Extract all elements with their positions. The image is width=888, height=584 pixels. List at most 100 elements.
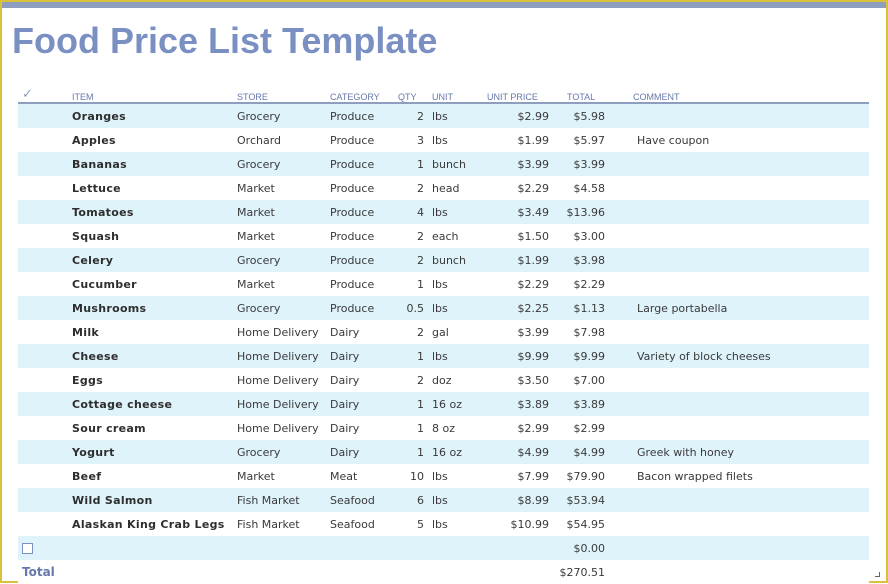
comment-cell[interactable] [629,103,869,128]
unit-price-cell[interactable]: $7.99 [483,464,553,488]
item-cell[interactable]: Cottage cheese [68,392,233,416]
total-cell[interactable]: $3.89 [553,392,629,416]
qty-cell[interactable]: 1 [394,440,428,464]
row-check-cell[interactable] [18,488,68,512]
unit-price-cell[interactable]: $10.99 [483,512,553,536]
table-row[interactable]: Bananas Grocery Produce 1 bunch $3.99 $3.99 [18,152,869,176]
row-check-cell[interactable] [18,440,68,464]
comment-cell[interactable] [629,224,869,248]
unit-price-cell[interactable]: $1.99 [483,128,553,152]
category-cell[interactable]: Produce [326,103,394,128]
comment-cell[interactable] [629,392,869,416]
store-cell[interactable]: Fish Market [233,488,326,512]
item-cell[interactable]: Sour cream [68,416,233,440]
unit-price-cell[interactable]: $3.89 [483,392,553,416]
unit-cell[interactable]: lbs [428,488,483,512]
qty-cell[interactable]: 4 [394,200,428,224]
comment-cell[interactable] [629,320,869,344]
category-cell[interactable]: Produce [326,272,394,296]
category-cell[interactable]: Dairy [326,440,394,464]
total-cell[interactable]: $3.98 [553,248,629,272]
store-cell[interactable]: Grocery [233,248,326,272]
row-check-cell[interactable] [18,536,68,560]
qty-cell[interactable]: 1 [394,416,428,440]
category-cell[interactable]: Dairy [326,320,394,344]
unit-cell[interactable]: head [428,176,483,200]
table-row[interactable]: Yogurt Grocery Dairy 1 16 oz $4.99 $4.99 Greek … [18,440,869,464]
item-cell[interactable]: Cheese [68,344,233,368]
comment-cell[interactable] [629,368,869,392]
comment-cell[interactable] [629,248,869,272]
store-cell[interactable]: Orchard [233,128,326,152]
item-cell[interactable]: Milk [68,320,233,344]
total-cell[interactable]: $5.97 [553,128,629,152]
unit-price-cell[interactable]: $2.25 [483,296,553,320]
item-column-header[interactable]: ITEM [68,84,233,104]
category-cell[interactable]: Produce [326,296,394,320]
store-cell[interactable]: Home Delivery [233,416,326,440]
row-check-cell[interactable] [18,200,68,224]
empty-cell[interactable] [428,536,483,560]
table-row[interactable]: Oranges Grocery Produce 2 lbs $2.99 $5.98 [18,103,869,128]
empty-cell[interactable] [233,536,326,560]
category-cell[interactable]: Produce [326,176,394,200]
store-column-header[interactable]: STORE [233,84,326,104]
comment-cell[interactable]: Large portabella [629,296,869,320]
unit-price-cell[interactable]: $8.99 [483,488,553,512]
unit-cell[interactable]: lbs [428,464,483,488]
item-cell[interactable]: Bananas [68,152,233,176]
item-cell[interactable]: Lettuce [68,176,233,200]
unit-cell[interactable]: lbs [428,128,483,152]
store-cell[interactable]: Home Delivery [233,392,326,416]
comment-cell[interactable] [629,488,869,512]
comment-cell[interactable]: Have coupon [629,128,869,152]
total-cell[interactable]: $13.96 [553,200,629,224]
qty-cell[interactable]: 2 [394,368,428,392]
store-cell[interactable]: Grocery [233,296,326,320]
row-check-cell[interactable] [18,296,68,320]
row-check-cell[interactable] [18,103,68,128]
unit-price-cell[interactable]: $4.99 [483,440,553,464]
item-cell[interactable]: Celery [68,248,233,272]
table-row[interactable]: Wild Salmon Fish Market Seafood 6 lbs $8.99 $5… [18,488,869,512]
qty-cell[interactable]: 1 [394,344,428,368]
comment-cell[interactable]: Variety of block cheeses [629,344,869,368]
unit-cell[interactable]: lbs [428,296,483,320]
item-cell[interactable]: Eggs [68,368,233,392]
unit-price-cell[interactable]: $3.50 [483,368,553,392]
store-cell[interactable]: Fish Market [233,512,326,536]
category-cell[interactable]: Produce [326,128,394,152]
category-cell[interactable]: Produce [326,224,394,248]
table-row[interactable]: Eggs Home Delivery Dairy 2 doz $3.50 $7.00 [18,368,869,392]
row-check-cell[interactable] [18,320,68,344]
store-cell[interactable]: Home Delivery [233,320,326,344]
total-cell[interactable]: $9.99 [553,344,629,368]
category-cell[interactable]: Dairy [326,368,394,392]
total-column-header[interactable]: TOTAL [553,84,629,104]
total-cell[interactable]: $54.95 [553,512,629,536]
empty-cell[interactable] [483,536,553,560]
unit-cell[interactable]: lbs [428,344,483,368]
unit-cell[interactable]: bunch [428,152,483,176]
category-cell[interactable]: Meat [326,464,394,488]
row-check-cell[interactable] [18,512,68,536]
total-cell[interactable]: $1.13 [553,296,629,320]
row-check-cell[interactable] [18,152,68,176]
table-row[interactable]: Alaskan King Crab Legs Fish Market Seafood… [18,512,869,536]
unit-cell[interactable]: 16 oz [428,440,483,464]
category-cell[interactable]: Dairy [326,392,394,416]
empty-cell[interactable] [629,536,869,560]
unit-price-cell[interactable]: $2.99 [483,416,553,440]
qty-cell[interactable]: 6 [394,488,428,512]
qty-cell[interactable]: 2 [394,103,428,128]
category-cell[interactable]: Seafood [326,488,394,512]
category-column-header[interactable]: CATEGORY [326,84,394,104]
category-cell[interactable]: Produce [326,200,394,224]
unit-cell[interactable]: doz [428,368,483,392]
checkbox-icon[interactable] [22,543,33,554]
qty-cell[interactable]: 1 [394,152,428,176]
item-cell[interactable]: Cucumber [68,272,233,296]
item-cell[interactable]: Oranges [68,103,233,128]
table-row[interactable]: Celery Grocery Produce 2 bunch $1.99 $3.98 [18,248,869,272]
total-cell[interactable]: $5.98 [553,103,629,128]
